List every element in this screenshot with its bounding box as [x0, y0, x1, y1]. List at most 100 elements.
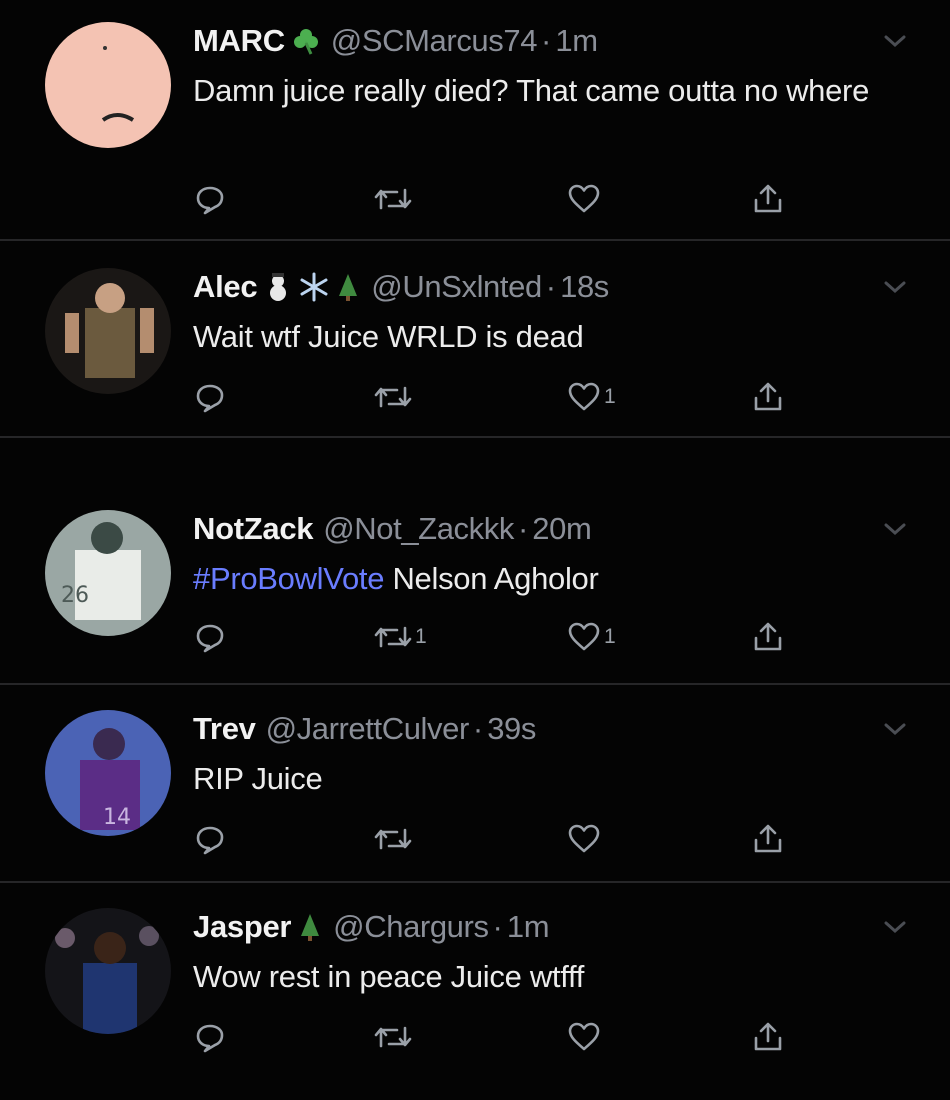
reply-button[interactable] — [193, 620, 227, 654]
heart-icon — [568, 824, 600, 853]
tweet-header: NotZack @Not_Zackkk · 20m — [193, 510, 592, 548]
tweet[interactable]: MARC @SCMarcus74 · 1m Damn juice really di… — [0, 22, 950, 222]
reply-icon — [196, 1024, 224, 1053]
reply-button[interactable] — [193, 1020, 227, 1054]
user-handle[interactable]: @JarrettCulver — [266, 711, 470, 746]
christmas-tree-icon — [301, 914, 320, 941]
name-emojis — [291, 26, 321, 56]
tweet[interactable]: Alec @UnSxlnted · 18s Wait wtf Juice WRLD … — [0, 268, 950, 418]
like-button[interactable] — [566, 822, 604, 856]
share-button[interactable] — [751, 182, 785, 216]
like-button[interactable] — [566, 182, 604, 216]
like-button[interactable] — [566, 1020, 604, 1054]
tweet-actions: 1 — [193, 380, 813, 416]
tweet-header: Trev @JarrettCulver · 39s — [193, 710, 536, 748]
tweet-text: Wow rest in peace Juice wtfff — [193, 959, 585, 994]
separator-dot: · — [541, 23, 552, 58]
tweet[interactable]: 26 NotZack @Not_Zackkk · 20m #ProBowlVote N… — [0, 510, 950, 670]
more-options-chevron-icon[interactable] — [882, 918, 908, 936]
like-button[interactable]: 1 — [566, 380, 616, 414]
tweet-text: Damn juice really died? That came outta … — [193, 73, 870, 108]
tweet[interactable]: 14 Trev @JarrettCulver · 39s RIP Juice — [0, 710, 950, 870]
user-handle[interactable]: @UnSxlnted — [371, 269, 542, 304]
avatar-image — [45, 268, 171, 394]
avatar-image — [45, 22, 171, 148]
tweet-divider — [0, 683, 950, 685]
heart-icon — [568, 622, 600, 651]
tweet-actions — [193, 182, 813, 218]
timestamp[interactable]: 18s — [560, 269, 609, 304]
share-icon — [754, 1022, 782, 1051]
retweet-icon — [374, 828, 412, 850]
avatar[interactable] — [45, 908, 171, 1034]
retweet-button[interactable] — [373, 822, 415, 856]
reply-icon — [196, 826, 224, 855]
retweet-button[interactable] — [373, 1020, 415, 1054]
tweet-feed: MARC @SCMarcus74 · 1m Damn juice really di… — [0, 0, 950, 1100]
tweet-text: #ProBowlVote Nelson Agholor — [193, 556, 883, 601]
separator-dot: · — [492, 909, 503, 944]
separator-dot: · — [517, 511, 529, 546]
tweet-actions — [193, 822, 813, 858]
display-name[interactable]: NotZack — [193, 511, 314, 546]
share-icon — [754, 622, 782, 651]
retweet-button[interactable] — [373, 182, 415, 216]
timestamp[interactable]: 20m — [532, 511, 592, 546]
avatar-image: 14 — [45, 710, 171, 836]
more-options-chevron-icon[interactable] — [882, 32, 908, 50]
avatar[interactable] — [45, 22, 171, 148]
user-handle[interactable]: @SCMarcus74 — [331, 23, 538, 58]
retweet-icon — [374, 386, 412, 408]
display-name[interactable]: MARC — [193, 23, 285, 58]
display-name[interactable]: Jasper — [193, 909, 291, 944]
tweet[interactable]: Jasper @Chargurs · 1m Wow rest in peace Ju… — [0, 908, 950, 1068]
reply-button[interactable] — [193, 822, 227, 856]
retweet-count: 1 — [415, 625, 427, 648]
reply-button[interactable] — [193, 380, 227, 414]
avatar[interactable]: 14 — [45, 710, 171, 836]
reply-icon — [196, 384, 224, 413]
separator-dot: · — [545, 269, 557, 304]
shamrock-icon — [293, 29, 318, 55]
user-handle[interactable]: @Chargurs — [333, 909, 489, 944]
snowflake-icon — [300, 272, 328, 302]
share-icon — [754, 824, 782, 853]
share-button[interactable] — [751, 1020, 785, 1054]
tweet-header: MARC @SCMarcus74 · 1m — [193, 22, 598, 60]
more-options-chevron-icon[interactable] — [882, 520, 908, 538]
share-icon — [754, 382, 782, 411]
tweet-text: Wait wtf Juice WRLD is dead — [193, 319, 584, 354]
timestamp[interactable]: 1m — [507, 909, 550, 944]
svg-text:26: 26 — [61, 583, 89, 608]
snowman-icon — [270, 273, 287, 301]
display-name[interactable]: Alec — [193, 269, 258, 304]
user-handle[interactable]: @Not_Zackkk — [323, 511, 514, 546]
tweet-text: RIP Juice — [193, 761, 323, 796]
like-button[interactable]: 1 — [566, 620, 616, 654]
timestamp[interactable]: 1m — [555, 23, 598, 58]
avatar[interactable] — [45, 268, 171, 394]
display-name[interactable]: Trev — [193, 711, 256, 746]
reply-button[interactable] — [193, 182, 227, 216]
more-options-chevron-icon[interactable] — [882, 278, 908, 296]
like-count: 1 — [604, 625, 616, 648]
tweet-actions — [193, 1020, 813, 1056]
tweet-divider — [0, 436, 950, 438]
hashtag-link[interactable]: #ProBowlVote — [193, 561, 384, 596]
retweet-button[interactable] — [373, 380, 415, 414]
name-emojis — [297, 912, 323, 942]
more-options-chevron-icon[interactable] — [882, 720, 908, 738]
share-button[interactable] — [751, 620, 785, 654]
like-count: 1 — [604, 385, 616, 408]
tweet-header: Jasper @Chargurs · 1m — [193, 908, 550, 946]
retweet-icon — [374, 626, 412, 648]
tweet-divider — [0, 881, 950, 883]
retweet-button[interactable]: 1 — [373, 620, 427, 654]
heart-icon — [568, 382, 600, 411]
timestamp[interactable]: 39s — [487, 711, 536, 746]
name-emojis — [263, 272, 361, 302]
reply-icon — [196, 186, 224, 215]
share-button[interactable] — [751, 380, 785, 414]
avatar[interactable]: 26 — [45, 510, 171, 636]
share-button[interactable] — [751, 822, 785, 856]
